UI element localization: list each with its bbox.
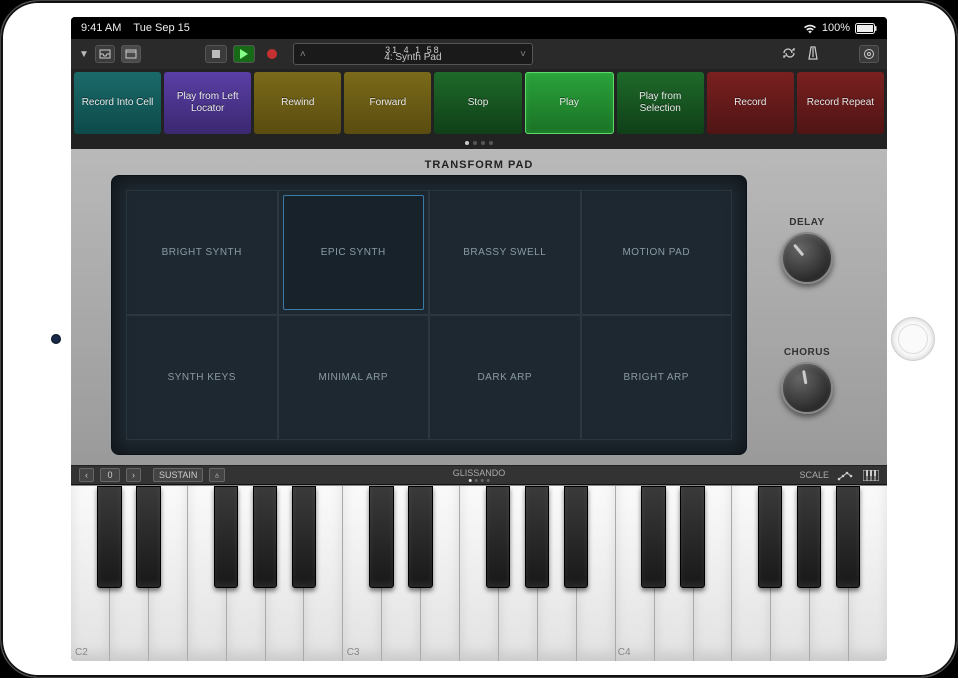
octave-label-c3: C3 bbox=[347, 647, 360, 658]
chorus-knob[interactable] bbox=[781, 362, 833, 414]
transport-play-button[interactable] bbox=[233, 45, 255, 63]
transform-cell-7[interactable]: BRIGHT ARP bbox=[581, 315, 733, 440]
command-button-6[interactable]: Play from Selection bbox=[617, 72, 704, 134]
white-key[interactable] bbox=[616, 486, 655, 661]
command-button-8[interactable]: Record Repeat bbox=[797, 72, 884, 134]
sustain-button[interactable]: SUSTAIN bbox=[153, 468, 203, 482]
white-key[interactable] bbox=[110, 486, 149, 661]
delay-knob-label: DELAY bbox=[781, 217, 833, 228]
white-key[interactable] bbox=[188, 486, 227, 661]
view-button[interactable] bbox=[121, 45, 141, 63]
white-key[interactable] bbox=[343, 486, 382, 661]
keyboard-layout-icon[interactable] bbox=[863, 470, 879, 481]
delay-knob[interactable] bbox=[781, 232, 833, 284]
command-button-2[interactable]: Rewind bbox=[254, 72, 341, 134]
transform-cell-5[interactable]: MINIMAL ARP bbox=[278, 315, 430, 440]
transport-stop-button[interactable] bbox=[205, 45, 227, 63]
cycle-icon[interactable] bbox=[781, 47, 797, 62]
command-button-7[interactable]: Record bbox=[707, 72, 794, 134]
menu-chevron-down-icon[interactable]: ▼ bbox=[79, 49, 89, 60]
command-button-4[interactable]: Stop bbox=[434, 72, 521, 134]
white-key[interactable] bbox=[810, 486, 849, 661]
white-key[interactable] bbox=[71, 486, 110, 661]
scale-label[interactable]: SCALE bbox=[799, 470, 829, 480]
keyboard-mode-label[interactable]: GLISSANDO bbox=[453, 468, 506, 478]
octave-label-c4: C4 bbox=[618, 647, 631, 658]
inbox-button[interactable] bbox=[95, 45, 115, 63]
command-button-0[interactable]: Record Into Cell bbox=[74, 72, 161, 134]
status-time: 9:41 AM bbox=[81, 22, 121, 34]
camera-dot bbox=[51, 334, 61, 344]
octave-label-c2: C2 bbox=[75, 647, 88, 658]
ipad-frame: 9:41 AM Tue Sep 15 100% ▼ bbox=[0, 0, 958, 678]
lcd-track-name: 4: Synth Pad bbox=[384, 52, 441, 63]
battery-percent: 100% bbox=[822, 22, 850, 34]
white-key[interactable] bbox=[732, 486, 771, 661]
piano-keyboard[interactable]: C2 C3 C4 bbox=[71, 485, 887, 661]
white-key[interactable] bbox=[655, 486, 694, 661]
white-key[interactable] bbox=[227, 486, 266, 661]
white-key[interactable] bbox=[538, 486, 577, 661]
white-key[interactable] bbox=[382, 486, 421, 661]
status-bar: 9:41 AM Tue Sep 15 100% bbox=[71, 17, 887, 39]
command-row: Record Into CellPlay from Left LocatorRe… bbox=[71, 69, 887, 137]
octave-value: 0 bbox=[100, 468, 120, 482]
home-button[interactable] bbox=[891, 317, 935, 361]
instrument-panel: TRANSFORM PAD BRIGHT SYNTHEPIC SYNTHBRAS… bbox=[71, 149, 887, 465]
wifi-icon bbox=[803, 23, 817, 34]
lcd-display[interactable]: ˄ 31 4 1 58 4: Synth Pad ˅ bbox=[293, 43, 533, 65]
octave-down-button[interactable]: ‹ bbox=[79, 468, 94, 482]
app-toolbar: ▼ ˄ 31 4 1 58 4: Synth Pad bbox=[71, 39, 887, 69]
white-key[interactable] bbox=[499, 486, 538, 661]
transform-cell-4[interactable]: SYNTH KEYS bbox=[126, 315, 278, 440]
transform-cell-0[interactable]: BRIGHT SYNTH bbox=[126, 190, 278, 315]
lcd-up-icon[interactable]: ˄ bbox=[300, 49, 306, 60]
metronome-icon[interactable] bbox=[807, 46, 819, 63]
transform-cell-2[interactable]: BRASSY SWELL bbox=[429, 190, 581, 315]
panel-title: TRANSFORM PAD bbox=[425, 159, 534, 171]
settings-gear-button[interactable] bbox=[859, 45, 879, 63]
white-key[interactable] bbox=[577, 486, 616, 661]
keyboard-toolbar: ‹ 0 › SUSTAIN GLISSANDO SCALE bbox=[71, 465, 887, 485]
white-key[interactable] bbox=[149, 486, 188, 661]
command-button-3[interactable]: Forward bbox=[344, 72, 431, 134]
white-key[interactable] bbox=[266, 486, 305, 661]
chorus-knob-label: CHORUS bbox=[781, 347, 833, 358]
white-key[interactable] bbox=[849, 486, 887, 661]
transform-cell-6[interactable]: DARK ARP bbox=[429, 315, 581, 440]
transport-record-button[interactable] bbox=[261, 45, 283, 63]
octave-up-button[interactable]: › bbox=[126, 468, 141, 482]
command-button-5[interactable]: Play bbox=[525, 72, 614, 134]
sustain-lock-icon[interactable] bbox=[209, 468, 225, 482]
transform-pad[interactable]: BRIGHT SYNTHEPIC SYNTHBRASSY SWELLMOTION… bbox=[111, 175, 747, 455]
white-key[interactable] bbox=[421, 486, 460, 661]
arpeggiator-icon[interactable] bbox=[837, 470, 855, 481]
battery-icon bbox=[855, 23, 877, 34]
lcd-down-icon[interactable]: ˅ bbox=[520, 49, 526, 60]
transform-cell-1[interactable]: EPIC SYNTH bbox=[278, 190, 430, 315]
transform-cell-3[interactable]: MOTION PAD bbox=[581, 190, 733, 315]
white-key[interactable] bbox=[694, 486, 733, 661]
command-button-1[interactable]: Play from Left Locator bbox=[164, 72, 251, 134]
white-key[interactable] bbox=[304, 486, 343, 661]
status-date: Tue Sep 15 bbox=[133, 22, 189, 34]
command-pager[interactable] bbox=[71, 137, 887, 149]
white-key[interactable] bbox=[460, 486, 499, 661]
white-key[interactable] bbox=[771, 486, 810, 661]
